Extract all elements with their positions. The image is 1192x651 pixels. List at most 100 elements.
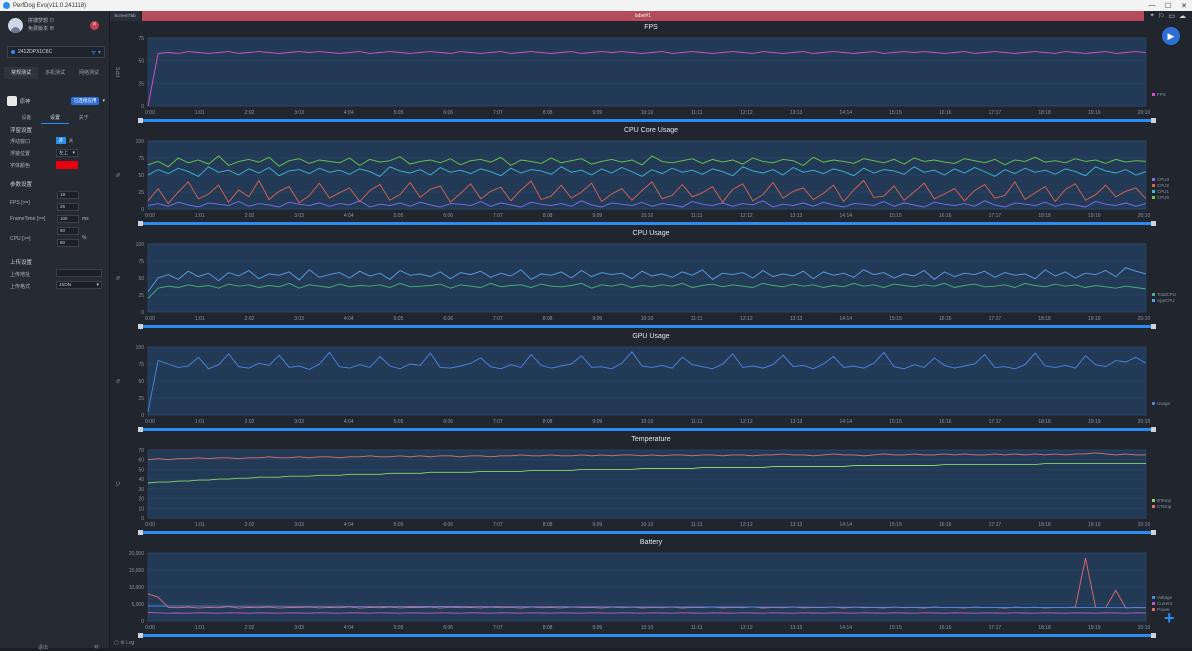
fps-threshold-input-2[interactable]: 25 [57, 203, 79, 211]
x-tick-label: 4:04 [344, 522, 354, 528]
tab-normal-test[interactable]: 常规测试 [4, 67, 38, 79]
chart-0: 75 50 25 0 FPS 0:00 1:01 2:02 3:03 4:04 5:05 6:06 7:… [116, 36, 1166, 123]
app-selector[interactable]: 原神 已连接应用 ▾ [7, 95, 105, 107]
cpu-threshold-input-1[interactable]: 50 [57, 227, 79, 235]
x-tick-label: 13:13 [790, 419, 803, 425]
upload-format-select[interactable]: JSON [56, 281, 102, 289]
x-tick-label: 14:14 [840, 213, 853, 219]
frametime-input[interactable]: 100 [57, 215, 79, 223]
folder-icon[interactable]: ▭ [1168, 12, 1175, 20]
y-tick-label: 25 [138, 396, 144, 402]
upload-address-label: 上传地址 [10, 272, 31, 278]
chart-4: 70 60 50 40 30 20 10 0 °C 0:00 1:01 2:02 3:03 4:04 5:0… [116, 448, 1172, 535]
device-name: 2412DPX1C6C [18, 49, 53, 55]
avatar[interactable] [8, 17, 23, 33]
y-tick-label: 50 [138, 59, 144, 65]
x-tick-label: 5:05 [394, 419, 404, 425]
device-selector[interactable]: 2412DPX1C6C ᯤ ▾ [7, 46, 105, 58]
x-tick-label: 14:14 [840, 625, 853, 631]
x-tick-label: 19:19 [1088, 316, 1101, 322]
x-tick-label: 15:15 [889, 316, 902, 322]
wifi-icon: ᯤ ▾ [90, 50, 101, 56]
font-color-swatch[interactable] [56, 161, 78, 169]
plot-area [147, 449, 1147, 519]
window-position-select[interactable]: 左上 [56, 149, 78, 157]
x-tick-label: 14:14 [840, 522, 853, 528]
x-tick-label: 14:14 [840, 316, 853, 322]
bookmark-icon[interactable]: ⚐ [1158, 12, 1164, 20]
x-tick-label: 14:14 [840, 110, 853, 116]
tab-device[interactable]: 设备 [12, 114, 41, 124]
x-tick-label: 11:11 [691, 522, 703, 528]
scroll-handle-right [1151, 324, 1156, 329]
x-tick-label: 10:10 [641, 625, 654, 631]
fps-threshold-input-1[interactable]: 18 [57, 191, 79, 199]
tab-network-test[interactable]: 网络测试 [72, 67, 106, 79]
tab-multi-device[interactable]: 多机测试 [38, 67, 72, 79]
x-tick-label: 19:19 [1088, 625, 1101, 631]
x-tick-label: 2:02 [245, 522, 255, 528]
x-tick-label: 16:16 [939, 213, 952, 219]
tab-label-1[interactable]: label#1 [142, 11, 1144, 21]
x-tick-label: 17:17 [989, 522, 1002, 528]
x-tick-label: 8:08 [543, 625, 553, 631]
user-profile[interactable]: 拼搏梦想 ⊙ 免费版本 ⊕ [8, 17, 54, 33]
legend-label: CPU2 [1157, 183, 1170, 188]
legend-label: TotalCPU [1157, 292, 1176, 297]
float-off-toggle[interactable]: 关 [67, 137, 75, 144]
x-tick-label: 0:00 [145, 419, 155, 425]
maximize-button[interactable]: ☐ [1160, 2, 1176, 10]
close-window-button[interactable]: ✕ [1176, 2, 1192, 10]
x-tick-label: 10:10 [641, 419, 654, 425]
cloud-icon[interactable]: ☁ [1179, 12, 1186, 20]
x-tick-label: 16:16 [939, 110, 952, 116]
x-tick-label: 15:15 [889, 522, 902, 528]
x-tick-label: 1:01 [195, 110, 205, 116]
float-on-toggle[interactable]: 开 [56, 137, 66, 144]
location-icon[interactable]: ⌖ [1150, 12, 1154, 20]
x-tick-label: 19:19 [1088, 419, 1101, 425]
legend-label: Power [1157, 607, 1170, 612]
x-tick-label: 18:18 [1038, 419, 1051, 425]
param-section-title: 参数设置 [10, 182, 33, 188]
scroll-handle-left [138, 633, 143, 638]
x-tick-label: 12:12 [740, 316, 753, 322]
x-tick-label: 7:07 [493, 419, 503, 425]
tab-screen[interactable]: ScreenTab [110, 11, 140, 21]
x-tick-label: 9:09 [592, 522, 602, 528]
x-tick-label: 16:16 [939, 522, 952, 528]
x-tick-label: 8:08 [543, 419, 553, 425]
tab-about[interactable]: 关于 [69, 114, 98, 124]
y-tick-label: 0 [141, 104, 144, 110]
x-tick-label: 20:10 [1138, 625, 1151, 631]
chart-2: 100 75 50 25 0% 0:00 1:01 2:02 3:03 4:04 5:05 6:06 7… [116, 242, 1176, 329]
cpu-threshold-input-2[interactable]: 80 [57, 239, 79, 247]
x-tick-label: 15:15 [889, 110, 902, 116]
x-tick-label: 15:15 [889, 625, 902, 631]
x-tick-label: 13:13 [790, 110, 803, 116]
x-tick-label: 8:08 [543, 213, 553, 219]
legend-label: CPU1 [1157, 189, 1170, 194]
x-tick-label: 12:12 [740, 419, 753, 425]
frametime-label: FrameTime [>=] [10, 216, 46, 222]
y-tick-label: 50 [138, 467, 144, 473]
legend-label: Voltage [1157, 595, 1173, 600]
upload-address-input[interactable] [56, 269, 102, 277]
x-tick-label: 16:16 [939, 316, 952, 322]
x-tick-label: 20:10 [1138, 522, 1151, 528]
x-tick-label: 8:08 [543, 522, 553, 528]
tab-settings[interactable]: 设置 [40, 114, 70, 124]
x-tick-label: 4:04 [344, 419, 354, 425]
y-axis-label: % [116, 172, 122, 177]
minimize-button[interactable]: — [1144, 2, 1160, 10]
disconnect-icon[interactable]: × [90, 21, 99, 30]
x-tick-label: 17:17 [989, 213, 1002, 219]
y-tick-label: 20 [138, 497, 144, 503]
x-tick-label: 9:09 [592, 213, 602, 219]
x-tick-label: 3:03 [294, 213, 304, 219]
y-axis-label: % [116, 378, 122, 383]
x-tick-label: 4:04 [344, 625, 354, 631]
legend-swatch [1152, 184, 1155, 187]
x-tick-label: 17:17 [989, 110, 1002, 116]
collapse-sidebar-icon[interactable]: « [94, 641, 99, 651]
